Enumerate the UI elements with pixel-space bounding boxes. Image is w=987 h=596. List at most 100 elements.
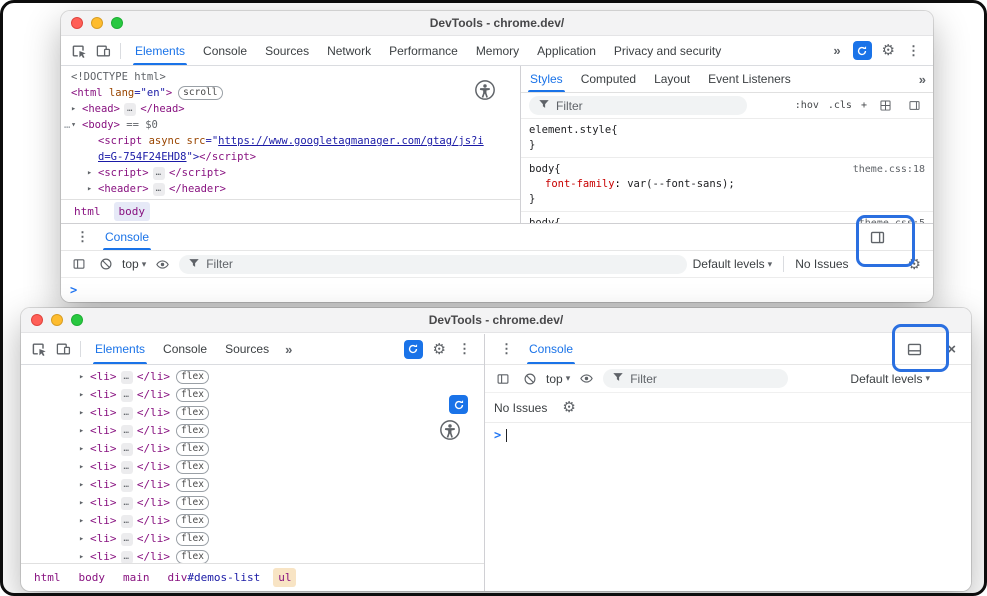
- inspect-element-icon[interactable]: [27, 337, 51, 361]
- flex-badge[interactable]: flex: [176, 370, 209, 384]
- flex-badge[interactable]: flex: [176, 460, 209, 474]
- tab-event-listeners[interactable]: Event Listeners: [699, 66, 800, 92]
- tree-collapsed-icon[interactable]: ▸: [79, 494, 90, 512]
- dom-tree-node[interactable]: ▸<header>…</header>: [61, 181, 520, 197]
- close-window-button[interactable]: [31, 314, 43, 326]
- drawer-menu-icon[interactable]: ⋮: [69, 229, 96, 245]
- flex-badge[interactable]: flex: [176, 442, 209, 456]
- flex-badge[interactable]: flex: [176, 388, 209, 402]
- breadcrumb-main[interactable]: main: [118, 568, 155, 587]
- dom-tree-node[interactable]: ▸<script>…</script>: [61, 165, 520, 181]
- settings-gear-icon[interactable]: ⚙: [428, 342, 451, 357]
- console-prompt-row[interactable]: >: [485, 423, 971, 447]
- tab-sources[interactable]: Sources: [256, 36, 318, 65]
- console-prompt-row[interactable]: >: [61, 278, 933, 302]
- scroll-badge[interactable]: scroll: [178, 86, 222, 100]
- console-sidebar-icon[interactable]: [68, 254, 89, 275]
- console-context-select[interactable]: top ▾: [122, 257, 146, 271]
- dom-tree-node[interactable]: ▸<li>…</li>flex: [21, 512, 484, 530]
- breadcrumb-html[interactable]: html: [69, 202, 106, 221]
- tab-privacy-and-security[interactable]: Privacy and security: [605, 36, 730, 65]
- tree-collapsed-icon[interactable]: ▸: [87, 165, 98, 181]
- console-sidebar-icon[interactable]: [492, 368, 513, 389]
- flex-badge[interactable]: flex: [176, 550, 209, 563]
- sync-extension-icon[interactable]: [449, 395, 468, 414]
- flex-badge[interactable]: flex: [176, 478, 209, 492]
- tab-application[interactable]: Application: [528, 36, 605, 65]
- flex-badge[interactable]: flex: [176, 424, 209, 438]
- dom-tree-node[interactable]: <script async src="https://www.googletag…: [61, 133, 520, 149]
- dom-tree-node[interactable]: ▸<li>…</li>flex: [21, 458, 484, 476]
- grid-icon[interactable]: [875, 95, 896, 116]
- dom-tree-node[interactable]: ▸<li>…</li>flex: [21, 548, 484, 563]
- eye-icon[interactable]: [152, 254, 173, 275]
- minimize-window-button[interactable]: [91, 17, 103, 29]
- dom-tree-node[interactable]: d=G-754F24EHD8"></script>: [61, 149, 520, 165]
- breadcrumb-body[interactable]: body: [74, 568, 111, 587]
- inspect-element-icon[interactable]: [67, 39, 91, 63]
- tab-performance[interactable]: Performance: [380, 36, 467, 65]
- tab-console[interactable]: Console: [194, 36, 256, 65]
- console-settings-icon[interactable]: ⚙: [557, 400, 580, 415]
- dom-tree-node[interactable]: ▸<head>…</head>: [61, 101, 520, 117]
- flex-badge[interactable]: flex: [176, 496, 209, 510]
- styles-toolbar-button[interactable]: +: [861, 100, 867, 111]
- breadcrumb-body[interactable]: body: [114, 202, 151, 221]
- zoom-window-button[interactable]: [71, 314, 83, 326]
- more-tabs-icon[interactable]: »: [278, 342, 299, 357]
- tree-collapsed-icon[interactable]: ▸: [79, 512, 90, 530]
- tab-sources[interactable]: Sources: [216, 334, 278, 364]
- drawer-menu-icon[interactable]: ⋮: [493, 341, 520, 357]
- tab-layout[interactable]: Layout: [645, 66, 699, 92]
- tree-collapsed-icon[interactable]: ▸: [79, 422, 90, 440]
- dom-tree-node[interactable]: ▸<li>…</li>flex: [21, 440, 484, 458]
- accessibility-icon[interactable]: [474, 79, 496, 106]
- sync-extension-icon[interactable]: [404, 340, 423, 359]
- tab-elements[interactable]: Elements: [126, 36, 194, 65]
- flex-badge[interactable]: flex: [176, 532, 209, 546]
- more-tabs-icon[interactable]: »: [912, 72, 933, 87]
- more-options-icon[interactable]: ⋮: [451, 341, 478, 357]
- tree-collapsed-icon[interactable]: ▸: [79, 404, 90, 422]
- tree-collapsed-icon[interactable]: ▸: [79, 458, 90, 476]
- computed-sidebar-icon[interactable]: [904, 95, 925, 116]
- dom-tree-node[interactable]: ▸<main>…</main>: [61, 197, 520, 199]
- console-filter-input[interactable]: Filter: [179, 255, 686, 274]
- tab-console[interactable]: Console: [154, 334, 216, 364]
- tab-styles[interactable]: Styles: [521, 66, 572, 92]
- issues-count[interactable]: No Issues: [795, 257, 848, 271]
- dom-tree-node[interactable]: ▸<li>…</li>flex: [21, 368, 484, 386]
- tab-console[interactable]: Console: [520, 334, 582, 364]
- styles-filter-input[interactable]: Filter: [529, 96, 747, 115]
- zoom-window-button[interactable]: [111, 17, 123, 29]
- breadcrumb-ul[interactable]: ul: [273, 568, 296, 587]
- dom-tree-node[interactable]: …▾<body> == $0: [61, 117, 520, 133]
- tab-elements[interactable]: Elements: [86, 334, 154, 364]
- tree-collapsed-icon[interactable]: ▸: [87, 197, 98, 199]
- tab-computed[interactable]: Computed: [572, 66, 645, 92]
- breadcrumb-html[interactable]: html: [29, 568, 66, 587]
- log-levels-select[interactable]: Default levels ▾: [850, 372, 930, 386]
- tree-collapsed-icon[interactable]: ▸: [79, 440, 90, 458]
- breadcrumb-div-demos-list[interactable]: div#demos-list: [163, 568, 266, 587]
- tree-collapsed-icon[interactable]: ▸: [71, 101, 82, 117]
- dom-tree-node[interactable]: <!DOCTYPE html>: [61, 69, 520, 85]
- dom-tree-node[interactable]: ▸<li>…</li>flex: [21, 386, 484, 404]
- tree-collapsed-icon[interactable]: ▸: [79, 548, 90, 563]
- tab-network[interactable]: Network: [318, 36, 380, 65]
- dom-tree-node[interactable]: <html lang="en">scroll: [61, 85, 520, 101]
- styles-toolbar-button[interactable]: .cls: [828, 100, 852, 111]
- device-toolbar-icon[interactable]: [51, 337, 75, 361]
- console-context-select[interactable]: top ▾: [546, 372, 570, 386]
- flex-badge[interactable]: flex: [176, 406, 209, 420]
- minimize-window-button[interactable]: [51, 314, 63, 326]
- dom-tree-node[interactable]: ▸<li>…</li>flex: [21, 530, 484, 548]
- device-toolbar-icon[interactable]: [91, 39, 115, 63]
- dom-tree-node[interactable]: ▸<li>…</li>flex: [21, 476, 484, 494]
- settings-gear-icon[interactable]: ⚙: [877, 43, 900, 58]
- console-filter-input[interactable]: Filter: [603, 369, 788, 388]
- styles-toolbar-button[interactable]: :hov: [795, 100, 819, 111]
- close-window-button[interactable]: [71, 17, 83, 29]
- dom-tree-node[interactable]: ▸<li>…</li>flex: [21, 494, 484, 512]
- tree-collapsed-icon[interactable]: ▸: [87, 181, 98, 197]
